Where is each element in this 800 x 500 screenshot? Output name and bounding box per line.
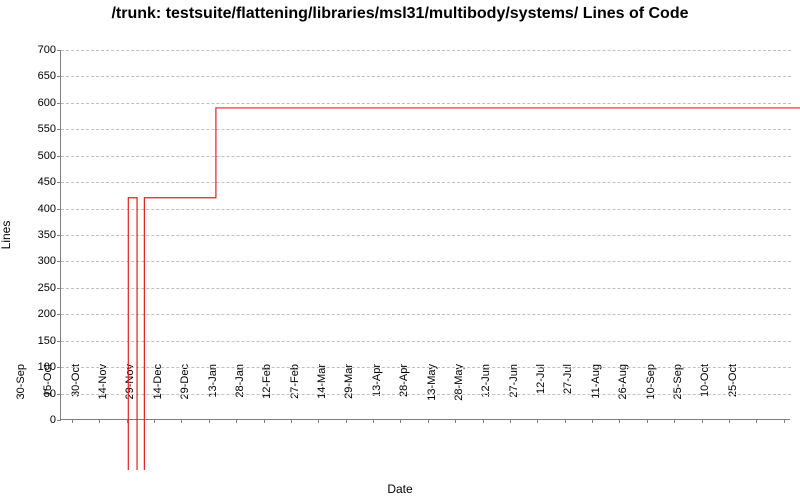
y-tick-mark	[57, 156, 61, 157]
y-tick-label: 450	[16, 176, 56, 188]
y-tick-label: 350	[16, 229, 56, 241]
y-tick-mark	[57, 235, 61, 236]
y-tick-label: 650	[16, 70, 56, 82]
y-tick-label: 500	[16, 150, 56, 162]
y-tick-label: 250	[16, 282, 56, 294]
x-axis-label: Date	[0, 482, 800, 496]
y-tick-mark	[57, 420, 61, 421]
series-line	[128, 108, 800, 470]
x-tick-mark	[99, 419, 100, 423]
y-tick-mark	[57, 182, 61, 183]
y-tick-label: 400	[16, 203, 56, 215]
grid-line	[61, 50, 791, 51]
y-tick-mark	[57, 394, 61, 395]
y-tick-mark	[57, 367, 61, 368]
data-line-svg	[121, 100, 800, 470]
chart-title: /trunk: testsuite/flattening/libraries/m…	[0, 4, 800, 23]
x-tick-label: 30-Sep	[15, 364, 27, 424]
y-tick-label: 200	[16, 308, 56, 320]
plot-area	[60, 50, 790, 420]
y-tick-mark	[57, 314, 61, 315]
y-tick-mark	[57, 209, 61, 210]
y-tick-mark	[57, 76, 61, 77]
y-tick-label: 600	[16, 97, 56, 109]
x-tick-label: 15-Oct	[42, 364, 54, 424]
x-tick-mark	[72, 419, 73, 423]
chart-container: /trunk: testsuite/flattening/libraries/m…	[0, 0, 800, 500]
y-tick-label: 150	[16, 335, 56, 347]
y-tick-label: 700	[16, 44, 56, 56]
y-tick-mark	[57, 129, 61, 130]
grid-line	[61, 76, 791, 77]
y-tick-label: 550	[16, 123, 56, 135]
y-tick-mark	[57, 103, 61, 104]
y-tick-mark	[57, 261, 61, 262]
y-tick-mark	[57, 50, 61, 51]
y-tick-label: 300	[16, 255, 56, 267]
y-axis-label: Lines	[0, 221, 13, 250]
y-tick-mark	[57, 288, 61, 289]
y-tick-mark	[57, 341, 61, 342]
